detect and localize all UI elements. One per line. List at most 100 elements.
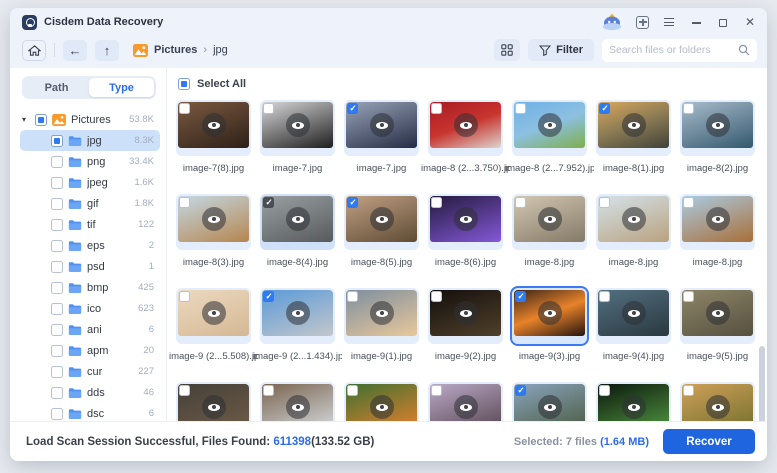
preview-eye-icon[interactable] [286, 113, 310, 137]
sidebar-tree-item[interactable]: ▾ bmp 425 [20, 277, 160, 298]
file-checkbox[interactable] [683, 385, 694, 396]
preview-eye-icon[interactable] [622, 113, 646, 137]
file-checkbox[interactable] [599, 103, 610, 114]
sidebar-tree-item[interactable]: ▾ gif 1.8K [20, 193, 160, 214]
menu-button[interactable] [662, 15, 676, 29]
file-thumbnail[interactable] [344, 288, 419, 344]
minimize-button[interactable] [689, 15, 703, 29]
sidebar-tree-item[interactable]: ▾ dsc 6 [20, 403, 160, 421]
file-thumbnail[interactable] [596, 288, 671, 344]
file-thumbnail[interactable] [596, 382, 671, 421]
file-checkbox[interactable] [347, 385, 358, 396]
file-checkbox[interactable] [515, 385, 526, 396]
sidebar-tree-item[interactable]: ▾ png 33.4K [20, 151, 160, 172]
close-button[interactable]: ✕ [743, 15, 757, 29]
filter-button[interactable]: Filter [528, 39, 594, 61]
file-thumbnail[interactable] [680, 382, 755, 421]
tree-item-checkbox[interactable] [51, 261, 63, 273]
sidebar-tree-item[interactable]: ▾ ico 623 [20, 298, 160, 319]
expand-arrow-icon[interactable]: ▾ [22, 115, 30, 124]
file-checkbox[interactable] [179, 197, 190, 208]
file-thumbnail[interactable] [344, 382, 419, 421]
preview-eye-icon[interactable] [622, 301, 646, 325]
tree-item-checkbox[interactable] [51, 219, 63, 231]
preview-eye-icon[interactable] [454, 113, 478, 137]
file-thumbnail[interactable] [680, 100, 755, 156]
sidebar-tree-item[interactable]: ▾ Pictures 53.8K [20, 109, 160, 130]
preview-eye-icon[interactable] [202, 301, 226, 325]
file-thumbnail[interactable] [176, 288, 251, 344]
home-button[interactable] [22, 40, 46, 61]
file-checkbox[interactable] [683, 291, 694, 302]
tree-item-checkbox[interactable] [51, 366, 63, 378]
file-checkbox[interactable] [599, 197, 610, 208]
sidebar-tree-item[interactable]: ▾ cur 227 [20, 361, 160, 382]
tree-item-checkbox[interactable] [51, 198, 63, 210]
file-thumbnail[interactable] [176, 100, 251, 156]
preview-eye-icon[interactable] [538, 301, 562, 325]
preview-eye-icon[interactable] [202, 395, 226, 419]
tree-item-checkbox[interactable] [51, 240, 63, 252]
breadcrumb[interactable]: Pictures › jpg [133, 44, 228, 57]
sidebar-tree-item[interactable]: ▾ dds 46 [20, 382, 160, 403]
file-thumbnail[interactable] [680, 288, 755, 344]
file-checkbox[interactable] [683, 197, 694, 208]
file-thumbnail[interactable] [428, 194, 503, 250]
file-checkbox[interactable] [263, 291, 274, 302]
preview-eye-icon[interactable] [202, 113, 226, 137]
sidebar-tree-item[interactable]: ▾ psd 1 [20, 256, 160, 277]
tree-item-checkbox[interactable] [35, 114, 47, 126]
file-checkbox[interactable] [431, 291, 442, 302]
file-checkbox[interactable] [263, 197, 274, 208]
file-checkbox[interactable] [179, 103, 190, 114]
preview-eye-icon[interactable] [202, 207, 226, 231]
preview-eye-icon[interactable] [286, 301, 310, 325]
sidebar-tree-item[interactable]: ▾ tif 122 [20, 214, 160, 235]
select-all-checkbox[interactable] [178, 78, 190, 90]
tree-item-checkbox[interactable] [51, 282, 63, 294]
recover-button[interactable]: Recover [663, 429, 755, 454]
tree-item-checkbox[interactable] [51, 324, 63, 336]
preview-eye-icon[interactable] [622, 207, 646, 231]
preview-eye-icon[interactable] [370, 301, 394, 325]
sidebar-tree-item[interactable]: ▾ apm 20 [20, 340, 160, 361]
sidebar-tree-item[interactable]: ▾ jpg 8.3K [20, 130, 160, 151]
file-thumbnail[interactable] [428, 288, 503, 344]
file-checkbox[interactable] [179, 385, 190, 396]
file-checkbox[interactable] [515, 103, 526, 114]
gift-icon[interactable] [636, 16, 649, 29]
file-thumbnail[interactable] [428, 100, 503, 156]
file-thumbnail[interactable] [260, 194, 335, 250]
tree-item-checkbox[interactable] [51, 345, 63, 357]
file-checkbox[interactable] [515, 197, 526, 208]
file-checkbox[interactable] [431, 103, 442, 114]
tree-item-checkbox[interactable] [51, 135, 63, 147]
file-checkbox[interactable] [431, 385, 442, 396]
file-checkbox[interactable] [347, 103, 358, 114]
preview-eye-icon[interactable] [454, 395, 478, 419]
preview-eye-icon[interactable] [538, 113, 562, 137]
tab-type[interactable]: Type [89, 78, 154, 97]
tree-item-checkbox[interactable] [51, 387, 63, 399]
file-checkbox[interactable] [347, 197, 358, 208]
file-thumbnail[interactable] [512, 100, 587, 156]
preview-eye-icon[interactable] [370, 113, 394, 137]
file-checkbox[interactable] [179, 291, 190, 302]
file-checkbox[interactable] [263, 103, 274, 114]
file-thumbnail[interactable] [428, 382, 503, 421]
up-button[interactable]: ↑ [95, 40, 119, 61]
preview-eye-icon[interactable] [454, 301, 478, 325]
tab-path[interactable]: Path [24, 78, 89, 97]
file-thumbnail[interactable] [596, 194, 671, 250]
file-thumbnail[interactable] [596, 100, 671, 156]
file-checkbox[interactable] [683, 103, 694, 114]
file-thumbnail[interactable] [512, 382, 587, 421]
vertical-scrollbar[interactable] [759, 346, 765, 421]
tree-item-checkbox[interactable] [51, 177, 63, 189]
preview-eye-icon[interactable] [454, 207, 478, 231]
tree-item-checkbox[interactable] [51, 156, 63, 168]
preview-eye-icon[interactable] [286, 395, 310, 419]
preview-eye-icon[interactable] [538, 395, 562, 419]
maximize-button[interactable] [716, 15, 730, 29]
file-checkbox[interactable] [599, 385, 610, 396]
